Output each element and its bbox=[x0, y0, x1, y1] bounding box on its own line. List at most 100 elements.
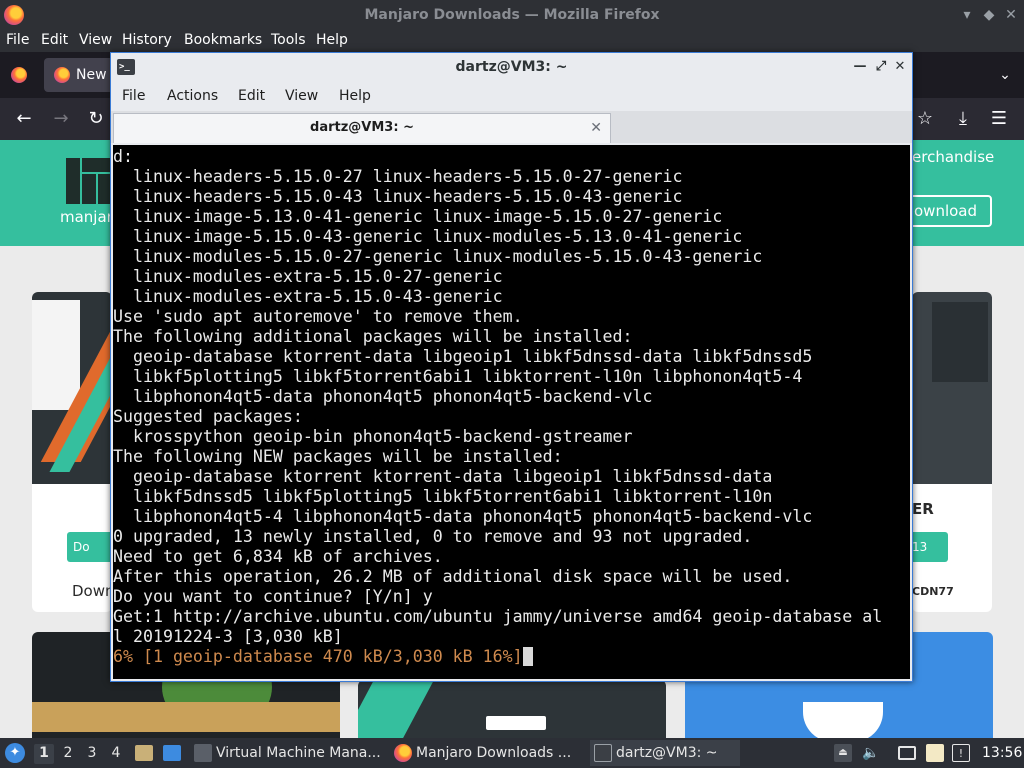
terminal-line: libphonon4qt5-data phonon4qt5 phonon4qt5… bbox=[113, 387, 653, 406]
terminal-menu-help[interactable]: Help bbox=[339, 88, 371, 104]
menu-edit[interactable]: Edit bbox=[41, 32, 68, 48]
right-card-download-button[interactable]: 13 bbox=[908, 532, 948, 562]
task-label: Manjaro Downloads ... bbox=[416, 745, 572, 761]
terminal-line: linux-image-5.15.0-43-generic linux-modu… bbox=[113, 227, 743, 246]
terminal-line: Use 'sudo apt autoremove' to remove them… bbox=[113, 307, 523, 326]
terminal-menu-file[interactable]: File bbox=[122, 88, 145, 104]
firefox-icon bbox=[394, 744, 412, 762]
terminal-line: libkf5plotting5 libkf5torrent6abi1 libkt… bbox=[113, 367, 803, 386]
terminal-line: linux-headers-5.15.0-43 linux-headers-5.… bbox=[113, 187, 683, 206]
terminal-titlebar: >_ dartz@VM3: ~ — ⤢ ✕ bbox=[111, 53, 912, 81]
terminal-cursor bbox=[522, 647, 533, 666]
firefox-titlebar: Manjaro Downloads — Mozilla Firefox ▾ ◆ … bbox=[0, 0, 1024, 30]
close-icon[interactable]: ✕ bbox=[1002, 6, 1020, 24]
terminal-line: Get:1 http://archive.ubuntu.com/ubuntu j… bbox=[113, 607, 883, 626]
header-download-button[interactable]: ownload bbox=[902, 195, 992, 227]
clipboard-icon[interactable] bbox=[926, 744, 944, 762]
edition-card-right bbox=[912, 292, 992, 612]
forward-arrow-icon[interactable]: → bbox=[50, 108, 72, 130]
taskbar: ✦ 1 2 3 4 Virtual Machine Mana... Manjar… bbox=[0, 738, 1024, 768]
close-icon[interactable]: ✕ bbox=[891, 58, 909, 76]
task-firefox[interactable]: Manjaro Downloads ... bbox=[390, 740, 586, 766]
bookmark-star-icon[interactable]: ☆ bbox=[914, 108, 936, 130]
workspace-1[interactable]: 1 bbox=[34, 744, 54, 764]
menu-bookmarks[interactable]: Bookmarks bbox=[184, 32, 262, 48]
terminal-menu-actions[interactable]: Actions bbox=[167, 88, 218, 104]
task-terminal[interactable]: dartz@VM3: ~ bbox=[590, 740, 740, 766]
terminal-menu-view[interactable]: View bbox=[285, 88, 318, 104]
menu-history[interactable]: History bbox=[122, 32, 172, 48]
terminal-line: geoip-database ktorrent ktorrent-data li… bbox=[113, 467, 773, 486]
terminal-menu-edit[interactable]: Edit bbox=[238, 88, 265, 104]
docker-whale-icon bbox=[803, 702, 883, 738]
task-label: Virtual Machine Mana... bbox=[216, 745, 381, 761]
pinned-firefox-icon[interactable] bbox=[11, 67, 27, 83]
eject-icon[interactable]: ⏏ bbox=[834, 744, 852, 762]
tab-close-icon[interactable]: ✕ bbox=[590, 114, 602, 142]
volume-icon[interactable]: 🔈 bbox=[862, 744, 880, 762]
edition-card-bottom-middle bbox=[358, 680, 666, 738]
terminal-window: >_ dartz@VM3: ~ — ⤢ ✕ File Actions Edit … bbox=[110, 52, 913, 682]
terminal-line: 0 upgraded, 13 newly installed, 0 to rem… bbox=[113, 527, 753, 546]
notification-icon[interactable]: ! bbox=[952, 744, 970, 762]
terminal-line: After this operation, 26.2 MB of additio… bbox=[113, 567, 793, 586]
show-desktop-icon[interactable] bbox=[163, 745, 181, 761]
terminal-tab[interactable]: dartz@VM3: ~ ✕ bbox=[113, 113, 611, 143]
back-arrow-icon[interactable]: ← bbox=[13, 108, 35, 130]
maximize-icon[interactable]: ⤢ bbox=[872, 58, 890, 76]
download-progress-line: 6% [1 geoip-database 470 kB/3,030 kB 16%… bbox=[113, 647, 910, 667]
menu-tools[interactable]: Tools bbox=[271, 32, 306, 48]
terminal-window-title: dartz@VM3: ~ bbox=[455, 59, 568, 75]
download-progress-text: 6% [1 geoip-database 470 kB/3,030 kB 16%… bbox=[113, 647, 523, 666]
virt-manager-icon bbox=[194, 744, 212, 762]
terminal-line: The following additional packages will b… bbox=[113, 327, 633, 346]
menu-help[interactable]: Help bbox=[316, 32, 348, 48]
merchandise-link[interactable]: erchandise bbox=[912, 148, 994, 166]
minimize-icon[interactable]: — bbox=[851, 58, 869, 76]
left-card-label: Down bbox=[72, 582, 115, 600]
display-icon[interactable] bbox=[898, 746, 916, 760]
clock: 13:56 bbox=[982, 745, 1023, 761]
menu-file[interactable]: File bbox=[6, 32, 29, 48]
download-icon[interactable]: ⤓ bbox=[952, 108, 974, 130]
firefox-icon bbox=[4, 5, 24, 25]
terminal-line: geoip-database ktorrent-data libgeoip1 l… bbox=[113, 347, 813, 366]
terminal-line: libkf5dnssd5 libkf5plotting5 libkf5torre… bbox=[113, 487, 773, 506]
terminal-line: Suggested packages: bbox=[113, 407, 303, 426]
application-menu-icon[interactable]: ✦ bbox=[5, 743, 25, 763]
minimize-icon[interactable]: ▾ bbox=[958, 6, 976, 24]
manjaro-logo bbox=[60, 154, 114, 208]
terminal-line: d: bbox=[113, 147, 133, 166]
firefox-window-title: Manjaro Downloads — Mozilla Firefox bbox=[364, 7, 660, 23]
file-manager-icon[interactable] bbox=[135, 745, 153, 761]
right-card-mirror-label: CDN77 bbox=[912, 585, 954, 598]
firefox-tab-icon bbox=[54, 67, 70, 83]
terminal-line: Do you want to continue? [Y/n] y bbox=[113, 587, 433, 606]
terminal-line: krosspython geoip-bin phonon4qt5-backend… bbox=[113, 427, 633, 446]
workspace-4[interactable]: 4 bbox=[106, 744, 126, 764]
terminal-menubar: File Actions Edit View Help bbox=[111, 85, 912, 109]
workspace-3[interactable]: 3 bbox=[82, 744, 102, 764]
terminal-icon: >_ bbox=[117, 59, 135, 75]
terminal-line: l 20191224-3 [3,030 kB] bbox=[113, 627, 343, 646]
firefox-menubar: File Edit View History Bookmarks Tools H… bbox=[0, 30, 1024, 52]
terminal-line: linux-headers-5.15.0-27 linux-headers-5.… bbox=[113, 167, 683, 186]
reload-icon[interactable]: ↻ bbox=[85, 108, 107, 130]
task-virtual-machine-manager[interactable]: Virtual Machine Mana... bbox=[190, 740, 386, 766]
menu-view[interactable]: View bbox=[79, 32, 112, 48]
terminal-output[interactable]: d: linux-headers-5.15.0-27 linux-headers… bbox=[113, 145, 910, 679]
terminal-line: linux-modules-extra-5.15.0-43-generic bbox=[113, 287, 503, 306]
task-label: dartz@VM3: ~ bbox=[616, 745, 718, 761]
right-card-title: ER bbox=[912, 500, 934, 518]
hamburger-menu-icon[interactable]: ☰ bbox=[988, 108, 1010, 130]
terminal-line: linux-modules-5.15.0-27-generic linux-mo… bbox=[113, 247, 763, 266]
terminal-icon bbox=[594, 744, 612, 762]
maximize-icon[interactable]: ◆ bbox=[980, 6, 998, 24]
tab-list-chevron-icon[interactable]: ⌄ bbox=[996, 66, 1014, 84]
terminal-line: Need to get 6,834 kB of archives. bbox=[113, 547, 443, 566]
terminal-line: linux-image-5.13.0-41-generic linux-imag… bbox=[113, 207, 723, 226]
workspace-2[interactable]: 2 bbox=[58, 744, 78, 764]
terminal-line: linux-modules-extra-5.15.0-27-generic bbox=[113, 267, 503, 286]
terminal-line: libphonon4qt5-4 libphonon4qt5-data phono… bbox=[113, 507, 813, 526]
browser-tab-label: New bbox=[76, 67, 107, 83]
